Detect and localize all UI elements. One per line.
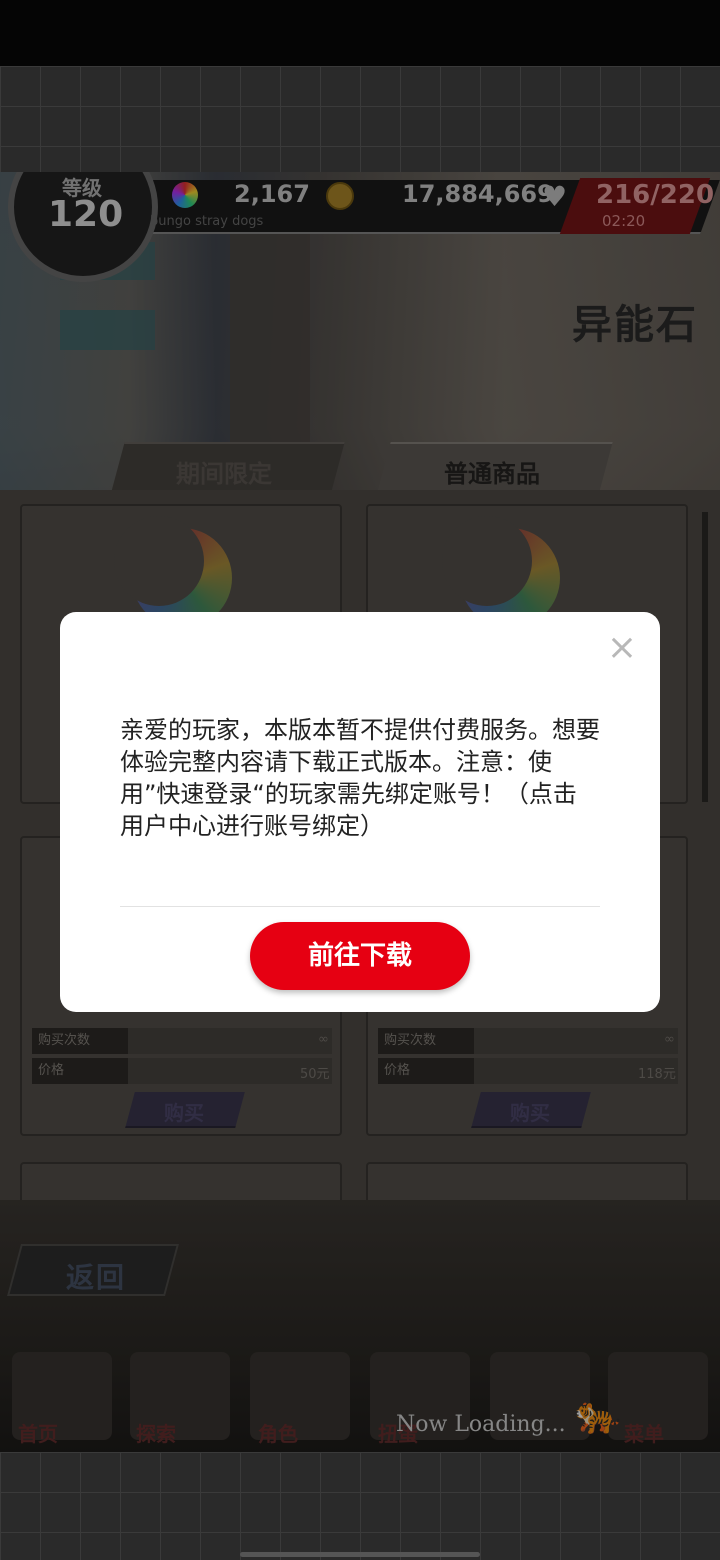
modal-message: 亲爱的玩家，本版本暂不提供付费服务。想要体验完整内容请下载正式版本。注意：使用”… [120, 716, 600, 840]
close-icon[interactable]: × [606, 630, 638, 666]
home-indicator[interactable] [240, 1552, 480, 1557]
letterbox-top [0, 66, 720, 172]
modal-divider [120, 906, 600, 907]
status-bar [0, 0, 720, 66]
letterbox-bottom [0, 1452, 720, 1560]
download-button-label: 前往下载 [307, 941, 412, 971]
